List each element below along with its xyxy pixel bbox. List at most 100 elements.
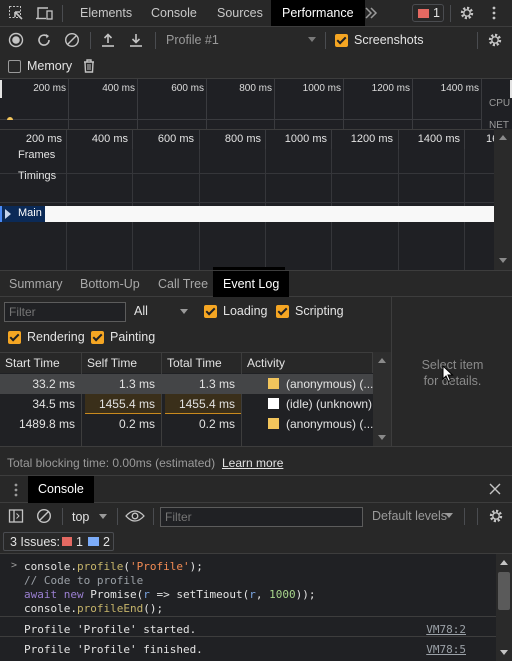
download-profile-icon[interactable] [128,32,144,48]
more-options-icon[interactable] [491,5,497,21]
ruler-tick: 16 [486,133,494,145]
console-message: Profile 'Profile' finished. VM78:5 [0,636,496,661]
memory-checkbox[interactable]: Memory [8,59,72,73]
column-activity[interactable]: Activity [242,353,373,373]
tab-event-log[interactable]: Event Log [213,271,290,297]
profile-select[interactable]: Profile #1 [166,27,318,53]
devtools-tab-bar: Elements Console Sources Performance 1 [0,0,512,27]
reload-record-icon[interactable] [36,32,52,48]
sidebar-toggle-icon[interactable] [8,508,24,524]
console-filter-input[interactable] [160,507,363,527]
event-log-scrollbar[interactable] [373,352,391,446]
painting-checkbox[interactable]: Painting [91,330,155,344]
performance-toolbar-row-2: Memory [0,53,512,79]
drawer-menu-icon[interactable] [13,482,19,498]
garbage-collect-trash-icon[interactable] [82,58,96,74]
upload-profile-icon[interactable] [100,32,116,48]
performance-toolbar: Profile #1 Screenshots [0,27,512,53]
chevron-down-icon [180,309,188,314]
clear-icon[interactable] [64,32,80,48]
error-icon [418,9,429,18]
scroll-up-icon[interactable] [500,560,508,565]
ruler-tick: 400 ms [91,133,128,145]
table-row[interactable]: 33.2 ms 1.3 ms 1.3 ms (anonymous) (... [0,374,373,394]
duration-select[interactable]: All [134,302,190,322]
settings-gear-icon[interactable] [459,5,475,21]
scripting-color-swatch [268,378,279,389]
chevron-down-icon [445,513,453,518]
device-toolbar-icon[interactable] [36,5,54,21]
overview-tick: 1200 ms [371,83,410,94]
ruler-tick: 800 ms [224,133,261,145]
event-filter-input[interactable] [4,302,126,322]
overview-left-handle[interactable] [0,80,2,98]
chevron-double-right-icon[interactable] [364,6,378,20]
capture-settings-gear-icon[interactable] [487,32,503,48]
timeline-overview[interactable]: 200 ms 400 ms 600 ms 800 ms 1000 ms 1200… [0,79,512,129]
tab-elements[interactable]: Elements [80,0,132,26]
tab-call-tree[interactable]: Call Tree [158,271,208,297]
expand-triangle-icon[interactable] [5,209,11,219]
table-row[interactable]: 34.5 ms 1455.4 ms 1455.4 ms (idle) (unkn… [0,394,373,414]
console-input-line: console.profileEnd(); [24,602,164,615]
clear-console-icon[interactable] [36,508,52,524]
inspect-element-icon[interactable] [8,5,24,21]
tab-summary[interactable]: Summary [9,271,62,297]
column-self-time[interactable]: Self Time [82,353,162,373]
overview-tick: 1000 ms [302,83,341,94]
console-input-line: await new Promise(r => setTimeout(r, 100… [24,588,316,601]
cpu-label: CPU [489,98,511,109]
track-frames[interactable]: Frames [18,149,55,161]
scroll-down-icon[interactable] [378,435,386,440]
rendering-checkbox[interactable]: Rendering [8,330,85,344]
checkbox-checked-icon [335,33,348,47]
issues-button[interactable]: 3 Issues: 1 2 [3,532,114,551]
checkbox-checked-icon [8,330,21,344]
error-count-button[interactable]: 1 [412,4,444,22]
screenshots-checkbox[interactable]: Screenshots [335,33,423,47]
source-link[interactable]: VM78:2 [426,623,466,636]
tab-sources[interactable]: Sources [217,0,263,26]
tab-performance[interactable]: Performance [271,0,365,26]
issues-bar: 3 Issues: 1 2 [0,530,512,554]
scripting-color-swatch [268,418,279,429]
learn-more-link[interactable]: Learn more [222,456,283,470]
checkbox-checked-icon [91,330,104,344]
live-expression-eye-icon[interactable] [125,509,145,523]
scrollbar-thumb[interactable] [498,572,510,610]
track-timings[interactable]: Timings [18,170,56,182]
log-levels-select[interactable]: Default levels [371,503,459,530]
console-input-line: console.profile('Profile'); [24,560,203,573]
drawer-tab-console[interactable]: Console [28,476,94,503]
scroll-down-icon[interactable] [499,258,507,263]
timeline-ruler: 200 ms 400 ms 600 ms 800 ms 1000 ms 1200… [0,129,494,150]
console-scrollbar[interactable] [496,554,512,661]
drawer-tab-bar: Console [0,476,512,503]
ruler-tick: 1400 ms [417,133,460,145]
table-row[interactable]: 1489.8 ms 0.2 ms 0.2 ms (anonymous) (... [0,414,373,434]
cpu-activity-mark [7,117,13,120]
loading-checkbox[interactable]: Loading [204,304,268,318]
console-output[interactable]: > console.profile('Profile'); // Code to… [0,554,496,661]
record-icon[interactable] [8,32,24,48]
timeline-scrollbar[interactable] [494,129,512,270]
scripting-checkbox[interactable]: Scripting [276,304,344,318]
column-total-time[interactable]: Total Time [162,353,242,373]
tab-bottom-up[interactable]: Bottom-Up [80,271,140,297]
tab-console[interactable]: Console [151,0,197,26]
scroll-up-icon[interactable] [499,135,507,140]
checkbox-unchecked-icon [8,59,21,73]
ruler-tick: 600 ms [157,133,194,145]
console-settings-gear-icon[interactable] [488,508,504,524]
column-start-time[interactable]: Start Time [0,353,82,373]
checkbox-checked-icon [276,304,289,318]
scroll-up-icon[interactable] [378,358,386,363]
scroll-down-icon[interactable] [500,650,508,655]
close-drawer-icon[interactable] [489,483,501,495]
overview-tick: 600 ms [171,83,204,94]
track-main[interactable]: Main [0,206,494,222]
chevron-down-icon [99,514,107,519]
ruler-tick: 1200 ms [350,133,393,145]
source-link[interactable]: VM78:5 [426,643,466,656]
context-select[interactable]: top [70,503,114,530]
